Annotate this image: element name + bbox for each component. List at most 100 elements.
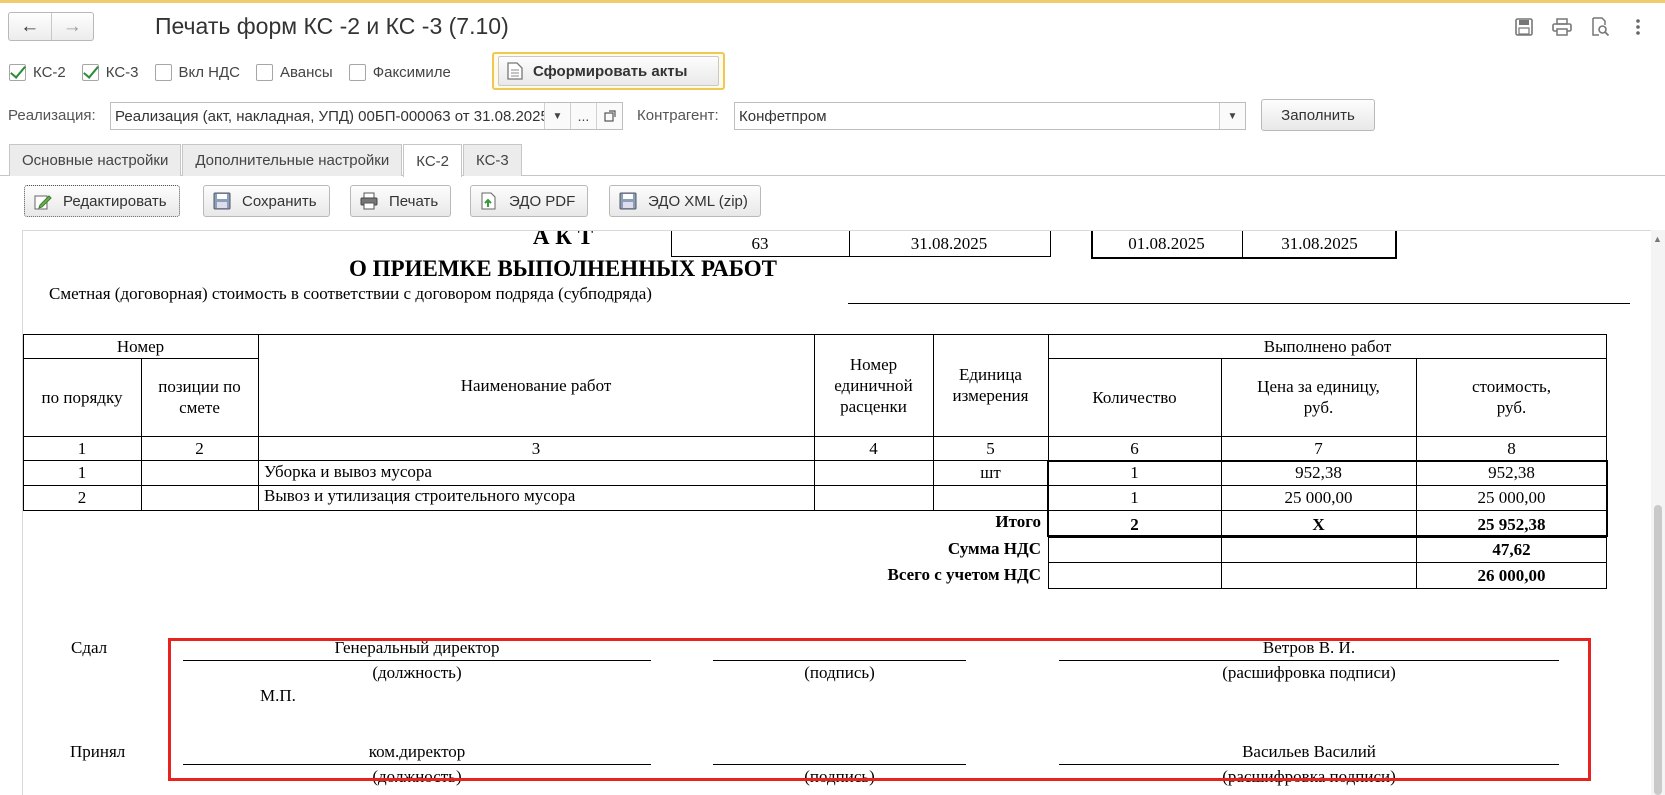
checkbox-empty-icon [154, 63, 172, 81]
forward-button[interactable]: → [50, 13, 94, 40]
facsimile-checkbox[interactable]: Факсимиле [348, 63, 451, 81]
colnum-4: 4 [869, 438, 878, 458]
period-to: 31.08.2025 [1281, 234, 1358, 253]
doc-number: 63 [751, 234, 769, 253]
print-icon[interactable] [1550, 15, 1574, 39]
header-cost: стоимость, руб. [1471, 377, 1551, 417]
header-price: Цена за единицу, руб. [1257, 377, 1380, 417]
row2-price: 25 000,00 [1284, 488, 1353, 507]
printed-document: А К Т О ПРИЕМКЕ ВЫПОЛНЕННЫХ РАБОТ 63 31.… [22, 230, 1651, 795]
fill-button[interactable]: Заполнить [1261, 99, 1375, 131]
printer-icon [359, 191, 379, 211]
total-quantity: 2 [1130, 514, 1139, 534]
edit-label: Редактировать [63, 192, 167, 210]
grand-total-label: Всего с учетом НДС [887, 565, 1041, 584]
save-label: Сохранить [242, 192, 317, 210]
generate-acts-label: Сформировать акты [533, 62, 688, 80]
doc-date: 31.08.2025 [910, 234, 988, 253]
sale-open-button[interactable] [596, 103, 622, 129]
row1-unit: шт [980, 463, 1001, 482]
colnum-3: 3 [531, 438, 541, 458]
row1-work-name: Уборка и вывоз мусора [264, 462, 432, 481]
checkbox-empty-icon [255, 63, 273, 81]
triangle-down-icon: ▼ [552, 110, 563, 122]
counterparty-field[interactable]: Конфетпром ▼ [734, 102, 1246, 130]
gave-label: Сдал [71, 638, 108, 657]
highlight-rectangle [168, 638, 1591, 781]
total-cost: 25 952,38 [1477, 514, 1546, 534]
print-label: Печать [389, 192, 439, 210]
scroll-up-icon[interactable]: ▲ [1653, 234, 1662, 244]
colnum-1: 1 [77, 438, 87, 458]
advances-label: Авансы [279, 63, 333, 81]
advances-checkbox[interactable]: Авансы [255, 63, 333, 81]
vat-checkbox[interactable]: Вкл НДС [154, 63, 240, 81]
act-title: А К Т [532, 230, 594, 249]
sale-select-button[interactable]: ... [570, 103, 596, 129]
generate-acts-button-face: Сформировать акты [498, 56, 719, 86]
document-icon [507, 62, 523, 80]
colnum-7: 7 [1314, 438, 1323, 458]
export-document-icon [479, 191, 499, 211]
row2-cost: 25 000,00 [1477, 488, 1546, 507]
act-subtitle: О ПРИЕМКЕ ВЫПОЛНЕННЫХ РАБОТ [349, 256, 777, 281]
print-button[interactable]: Печать [350, 185, 452, 217]
sale-value: Реализация (акт, накладная, УПД) 00БП-00… [115, 107, 544, 125]
vertical-scrollbar[interactable]: ▲ [1651, 230, 1665, 795]
back-button[interactable]: ← [9, 13, 51, 40]
tab-additional-settings[interactable]: Дополнительные настройки [182, 144, 403, 176]
window-title: Печать форм КС -2 и КС -3 (7.10) [155, 13, 509, 39]
arrow-right-icon: → [62, 15, 82, 37]
row1-price: 952,38 [1295, 463, 1342, 482]
tab-ks3[interactable]: КС-3 [463, 144, 522, 176]
colnum-6: 6 [1130, 438, 1139, 458]
checkbox-checked-icon [81, 63, 99, 81]
sale-dropdown-button[interactable]: ▼ [544, 103, 570, 129]
edo-xml-label: ЭДО XML (zip) [648, 192, 748, 210]
triangle-down-icon: ▼ [1227, 110, 1238, 122]
period-from: 01.08.2025 [1128, 234, 1205, 253]
row1-cost: 952,38 [1488, 463, 1535, 482]
print-preview-icon[interactable] [1588, 15, 1612, 39]
header-by-estimate: позиции по смете [158, 377, 241, 417]
generate-acts-button[interactable]: Сформировать акты [492, 52, 725, 90]
save-icon[interactable] [1512, 15, 1536, 39]
edit-button[interactable]: Редактировать [24, 185, 180, 217]
floppy-disk-icon [212, 191, 232, 211]
grand-total-cost: 26 000,00 [1477, 565, 1546, 585]
navigation-group: ← → [8, 12, 94, 41]
edo-xml-button[interactable]: ЭДО XML (zip) [609, 185, 761, 217]
header-unit: Единица измерения [952, 365, 1029, 405]
row2-number: 2 [77, 488, 87, 507]
row1-quantity: 1 [1130, 463, 1139, 482]
cost-underline [848, 303, 1630, 304]
checkbox-empty-icon [348, 63, 366, 81]
tab-ks2[interactable]: КС-2 [403, 144, 463, 177]
edo-pdf-button[interactable]: ЭДО PDF [470, 185, 589, 217]
tab-main-settings[interactable]: Основные настройки [9, 144, 182, 176]
ks3-checkbox[interactable]: КС-3 [81, 63, 139, 81]
window-top-accent [0, 0, 1665, 3]
title-actions [1512, 15, 1650, 39]
ks2-checkbox[interactable]: КС-2 [9, 63, 66, 81]
vat-cost: 47,62 [1492, 540, 1531, 559]
estimated-cost-line: Сметная (договорная) стоимость в соответ… [49, 284, 652, 303]
sale-field[interactable]: Реализация (акт, накладная, УПД) 00БП-00… [110, 102, 623, 130]
total-label: Итого [995, 512, 1041, 531]
edo-pdf-label: ЭДО PDF [509, 192, 576, 210]
ks2-label: КС-2 [33, 63, 66, 81]
ks3-label: КС-3 [105, 63, 139, 81]
vat-label: Вкл НДС [178, 63, 240, 81]
counterparty-label: Контрагент: [637, 107, 719, 124]
colnum-2: 2 [195, 438, 204, 458]
counterparty-dropdown-button[interactable]: ▼ [1219, 103, 1245, 129]
save-button[interactable]: Сохранить [203, 185, 330, 217]
colnum-5: 5 [986, 438, 995, 458]
floppy-disk-icon [618, 191, 638, 211]
more-menu-icon[interactable] [1626, 15, 1650, 39]
edit-pencil-icon [33, 191, 53, 211]
header-rate-number: Номер единичной расценки [834, 354, 913, 416]
scrollbar-thumb[interactable] [1654, 505, 1662, 795]
open-link-icon [603, 110, 616, 122]
header-work-name: Наименование работ [460, 375, 612, 395]
